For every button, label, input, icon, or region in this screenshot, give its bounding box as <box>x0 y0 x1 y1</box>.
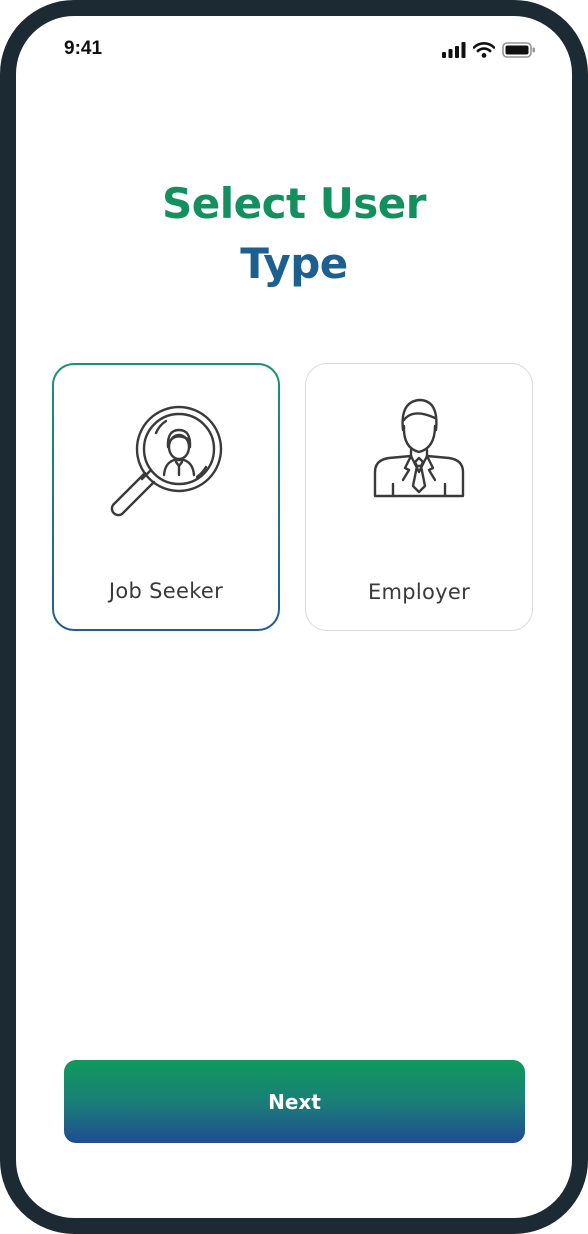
page-title-line2: Type <box>240 239 348 288</box>
employer-person-icon <box>373 396 465 504</box>
status-time: 9:41 <box>64 38 103 59</box>
signal-bars-icon <box>442 42 466 62</box>
job-seeker-search-icon <box>104 399 228 527</box>
page-title-line1: Select User <box>161 179 427 228</box>
employer-card[interactable]: Employer <box>305 363 533 631</box>
status-bar: 9:41 <box>16 16 572 86</box>
job-seeker-card[interactable]: Job Seeker <box>52 363 280 631</box>
battery-icon <box>502 42 536 62</box>
status-icons <box>442 42 536 62</box>
page-title: Select User Type <box>16 174 572 294</box>
job-seeker-label: Job Seeker <box>108 579 224 603</box>
phone-frame: 9:41 Select User Type Job Seeker Employe… <box>0 0 588 1234</box>
wifi-icon <box>472 42 496 62</box>
employer-label: Employer <box>367 580 471 604</box>
next-button[interactable]: Next <box>64 1060 525 1143</box>
